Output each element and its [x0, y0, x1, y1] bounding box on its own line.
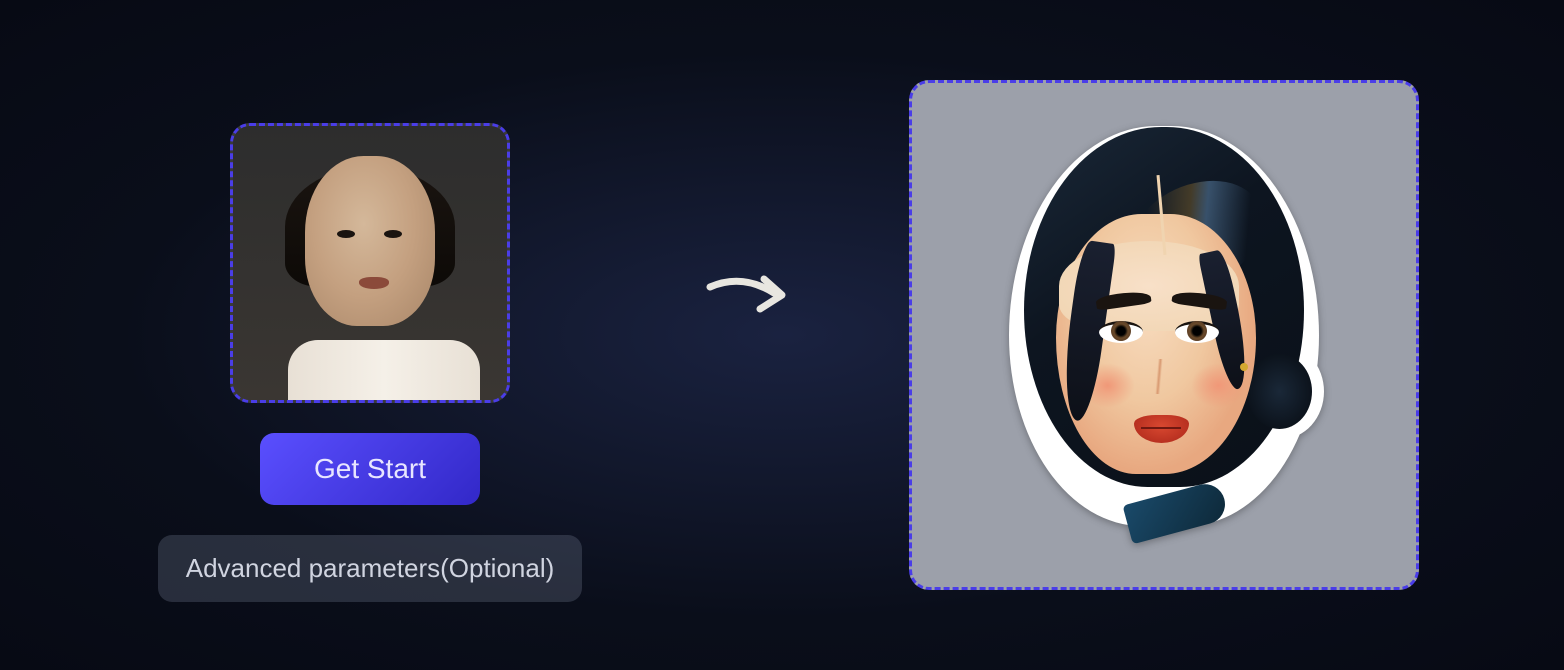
input-image-dropzone[interactable]	[230, 123, 510, 403]
right-panel	[884, 80, 1444, 590]
input-image	[233, 126, 507, 400]
advanced-parameters-button[interactable]: Advanced parameters(Optional)	[158, 535, 583, 602]
main-container: Get Start Advanced parameters(Optional)	[0, 0, 1564, 670]
left-panel: Get Start Advanced parameters(Optional)	[120, 68, 620, 602]
output-sticker	[974, 100, 1354, 570]
output-image-box	[909, 80, 1419, 590]
arrow-right-icon	[702, 265, 802, 325]
arrow-container	[677, 265, 827, 325]
get-start-button[interactable]: Get Start	[260, 433, 480, 505]
input-portrait	[233, 126, 507, 400]
